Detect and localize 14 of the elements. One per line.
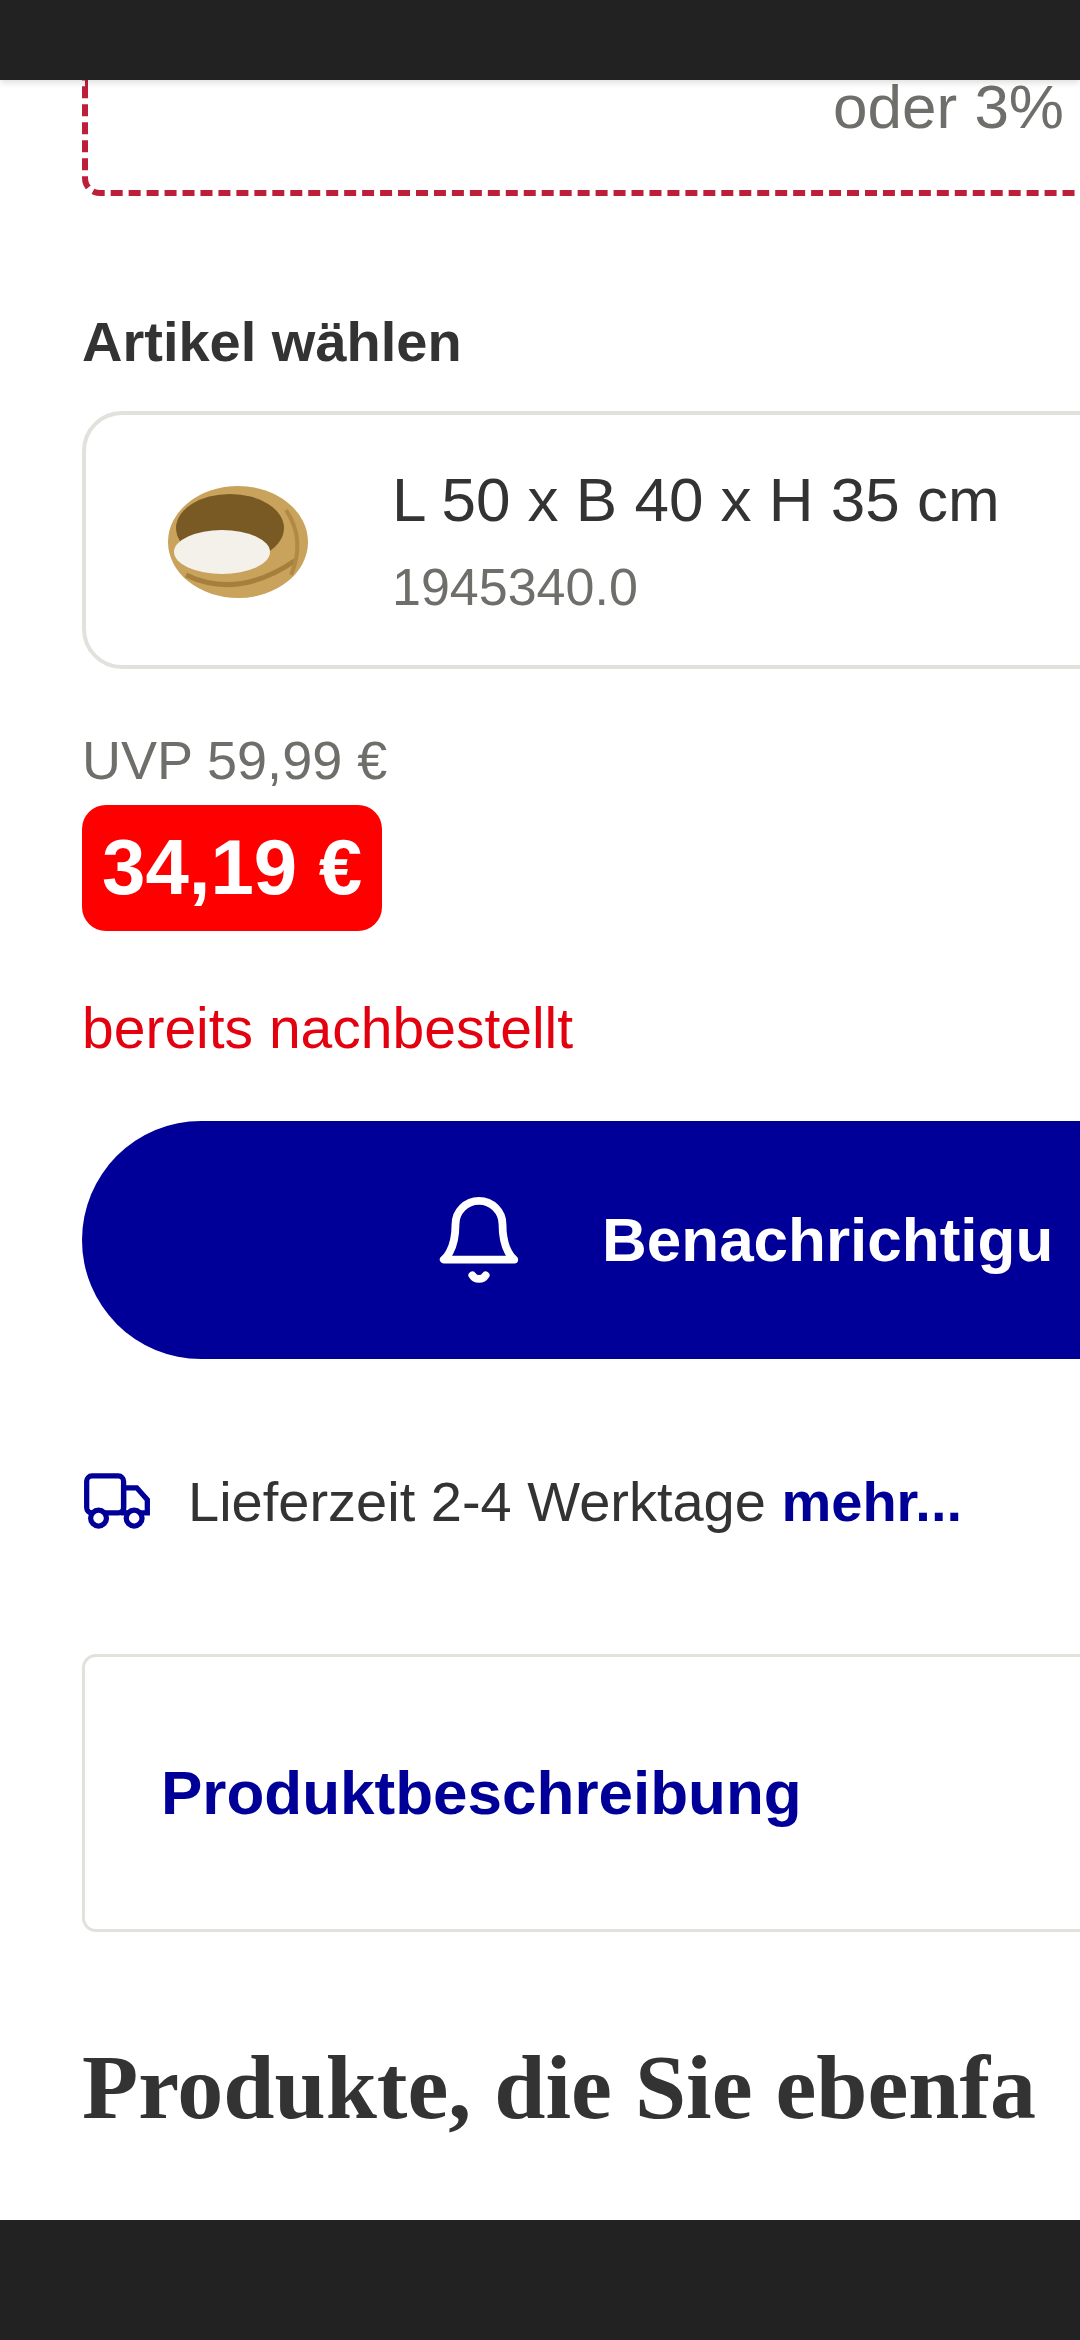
stock-note: bereits nachbestellt bbox=[82, 994, 574, 1061]
notify-button[interactable]: Benachrichtigu bbox=[82, 1120, 1080, 1359]
variant-name: L 50 x B 40 x H 35 cm bbox=[392, 463, 1000, 535]
more-link[interactable]: mehr... bbox=[781, 1469, 962, 1533]
price-badge: 34,19 € bbox=[82, 805, 383, 931]
variant-card[interactable]: L 50 x B 40 x H 35 cm 1945340.0 bbox=[82, 411, 1080, 670]
promo-text: oder 3% bbox=[833, 76, 1064, 138]
section-heading: Produkte, die Sie ebenfa bbox=[82, 2034, 1037, 2140]
delivery-text: Lieferzeit 2-4 Werktage mehr... bbox=[188, 1468, 962, 1534]
accordion-item[interactable]: Produktbeschreibung bbox=[82, 1653, 1080, 1932]
article-number: 1945340.0 bbox=[392, 556, 639, 617]
section-title: Artikel wählen bbox=[82, 309, 462, 375]
uvp-price: UVP 59,99 € bbox=[82, 729, 388, 792]
truck-icon bbox=[82, 1472, 152, 1531]
